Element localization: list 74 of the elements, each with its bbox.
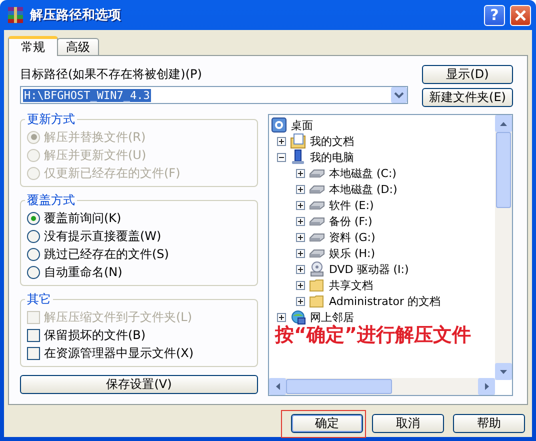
scroll-down-icon[interactable] bbox=[500, 370, 507, 374]
computer-icon bbox=[290, 149, 306, 165]
tree-item[interactable]: 资料 (G:) bbox=[329, 230, 376, 244]
disc-drive-icon bbox=[309, 261, 325, 277]
tree-item[interactable]: 桌面 bbox=[291, 118, 313, 132]
network-icon bbox=[290, 309, 306, 325]
group-title: 更新方式 bbox=[26, 111, 76, 128]
option-label: 仅更新已经存在的文件(F) bbox=[44, 164, 180, 182]
annotation-text: 按“确定”进行解压文件 bbox=[275, 325, 471, 345]
collapse-icon[interactable] bbox=[277, 152, 286, 162]
help-text-button[interactable]: 帮助 bbox=[453, 414, 525, 433]
tree-item[interactable]: Administrator 的文档 bbox=[329, 294, 440, 308]
books-icon bbox=[7, 6, 25, 24]
window-title: 解压路径和选项 bbox=[30, 7, 122, 24]
folder-icon bbox=[309, 277, 325, 293]
help-button[interactable]: ? bbox=[484, 4, 505, 26]
tree-item[interactable]: 本地磁盘 (D:) bbox=[329, 182, 398, 196]
option-label: 保留损坏的文件(B) bbox=[44, 326, 146, 344]
expand-icon[interactable] bbox=[277, 312, 286, 322]
folder-icon bbox=[309, 293, 325, 309]
tree-item[interactable]: 娱乐 (H:) bbox=[329, 246, 376, 260]
expand-icon[interactable] bbox=[296, 248, 305, 258]
expand-icon[interactable] bbox=[296, 216, 305, 226]
tree-item[interactable]: 本地磁盘 (C:) bbox=[329, 166, 396, 180]
expand-icon[interactable] bbox=[296, 232, 305, 242]
tab[interactable]: 常规 bbox=[8, 36, 58, 56]
option-label: 自动重命名(N) bbox=[44, 264, 122, 280]
dropdown-icon[interactable] bbox=[391, 87, 407, 103]
option-label: 解压并更新文件(U) bbox=[44, 146, 146, 164]
checkbox[interactable] bbox=[27, 346, 40, 360]
close-button[interactable] bbox=[510, 4, 531, 26]
scroll-left-icon[interactable] bbox=[276, 383, 280, 390]
expand-icon[interactable] bbox=[296, 184, 305, 194]
scroll-up-icon[interactable] bbox=[500, 122, 507, 126]
option-label: 解压并替换文件(R) bbox=[44, 128, 146, 146]
radio-button[interactable] bbox=[27, 266, 40, 278]
expand-icon[interactable] bbox=[296, 280, 305, 290]
ok-button[interactable]: 确定 bbox=[291, 414, 363, 433]
tree-item[interactable]: 软件 (E:) bbox=[329, 198, 374, 212]
tree-item[interactable]: 备份 (F:) bbox=[329, 214, 372, 228]
expand-icon[interactable] bbox=[296, 264, 305, 274]
option-label: 跳过已经存在的文件(S) bbox=[44, 246, 169, 262]
group-title: 覆盖方式 bbox=[26, 192, 76, 209]
tree-item[interactable]: 网上邻居 bbox=[310, 310, 354, 324]
vertical-scrollbar[interactable] bbox=[495, 115, 512, 380]
path-field[interactable]: H:\BFGHOST_WIN7_4.3 bbox=[20, 86, 408, 104]
documents-icon bbox=[290, 133, 306, 149]
tree-item[interactable]: 我的文档 bbox=[310, 134, 354, 148]
radio-button[interactable] bbox=[27, 212, 40, 224]
show-button[interactable]: 显示(D) bbox=[422, 65, 513, 84]
tree-item[interactable]: 共享文档 bbox=[329, 278, 373, 292]
option-label: 没有提示直接覆盖(W) bbox=[44, 228, 162, 244]
radio-button[interactable] bbox=[27, 248, 40, 260]
option-label: 解压压缩文件到子文件夹(L) bbox=[44, 308, 192, 326]
group-title: 其它 bbox=[26, 291, 52, 308]
field-label: 目标路径(如果不存在将被创建)(P) bbox=[20, 66, 202, 83]
tab[interactable]: 高级 bbox=[57, 38, 99, 55]
cancel-button[interactable]: 取消 bbox=[372, 414, 444, 433]
horizontal-scrollbar[interactable] bbox=[269, 378, 495, 395]
tree-item[interactable]: 我的电脑 bbox=[310, 150, 354, 164]
radio-button[interactable] bbox=[27, 230, 40, 242]
tree-item[interactable]: DVD 驱动器 (I:) bbox=[329, 262, 409, 276]
checkbox[interactable] bbox=[27, 328, 40, 342]
expand-icon[interactable] bbox=[296, 200, 305, 210]
close-icon bbox=[515, 10, 526, 20]
expand-icon[interactable] bbox=[296, 168, 305, 178]
expand-icon[interactable] bbox=[296, 296, 305, 306]
desktop-icon bbox=[271, 117, 287, 133]
scroll-right-icon[interactable] bbox=[484, 383, 488, 390]
new-folder-button[interactable]: 新建文件夹(E) bbox=[422, 88, 513, 107]
save-settings-button[interactable]: 保存设置(V) bbox=[20, 375, 258, 394]
option-label: 在资源管理器中显示文件(X) bbox=[44, 344, 194, 362]
option-label: 覆盖前询问(K) bbox=[44, 210, 122, 226]
expand-icon[interactable] bbox=[277, 136, 286, 146]
